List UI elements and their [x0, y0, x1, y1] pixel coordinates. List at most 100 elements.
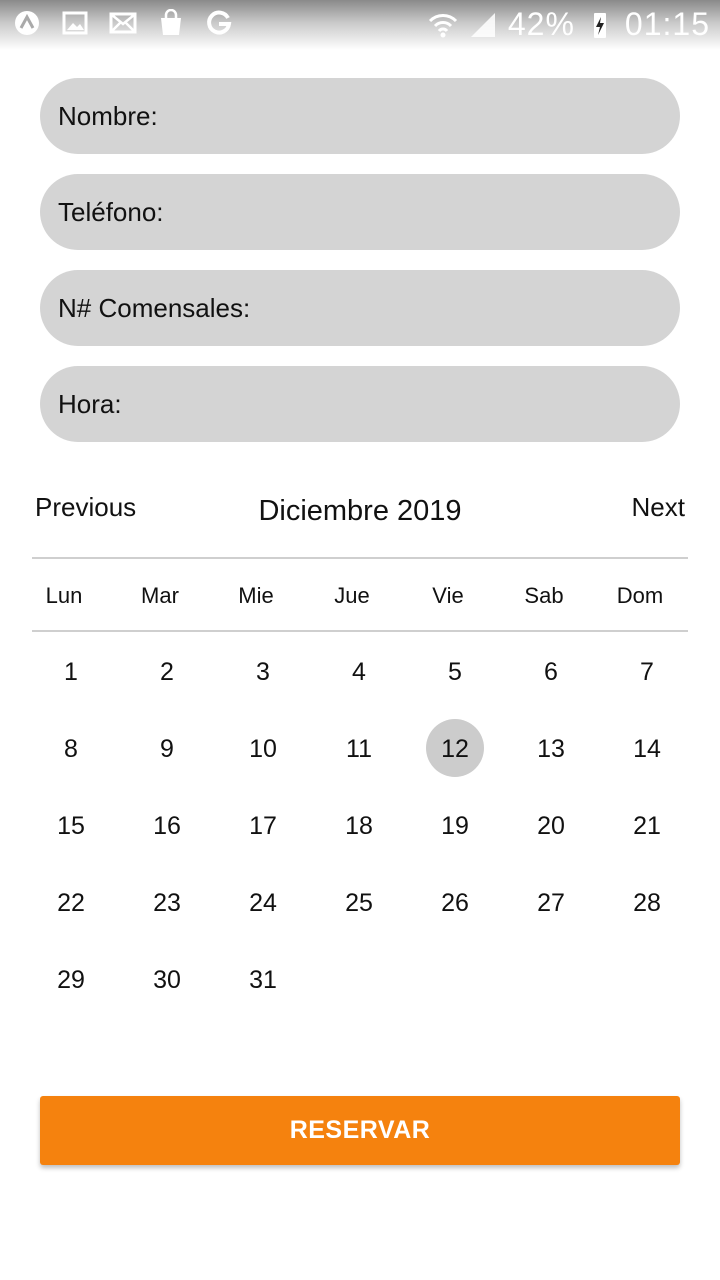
calendar-day[interactable]: 19: [407, 804, 503, 881]
calendar-week-row: 29 30 31: [23, 958, 695, 1035]
calendar-day-number: 24: [249, 889, 277, 917]
calendar-day[interactable]: 27: [503, 881, 599, 958]
calendar-day[interactable]: 16: [119, 804, 215, 881]
calendar-day-number: 19: [441, 812, 469, 840]
calendar-day-number: 29: [57, 966, 85, 994]
calendar-day[interactable]: 25: [311, 881, 407, 958]
signal-icon: [468, 10, 498, 40]
nombre-label: Nombre:: [58, 100, 158, 131]
next-month-button[interactable]: Next: [632, 492, 685, 523]
calendar-day-number: 23: [153, 889, 181, 917]
calendar-day[interactable]: 20: [503, 804, 599, 881]
calendar-day-number: 22: [57, 889, 85, 917]
calendar-day-number: 16: [153, 812, 181, 840]
calendar-day[interactable]: 9: [119, 727, 215, 804]
telefono-field[interactable]: Teléfono:: [40, 174, 680, 250]
app-icon: [12, 8, 42, 38]
system-icons: 42% 01:15: [428, 6, 710, 43]
calendar-day[interactable]: 14: [599, 727, 695, 804]
calendar-day[interactable]: 13: [503, 727, 599, 804]
weekday-label: Mie: [238, 583, 274, 608]
calendar-day-number: 21: [633, 812, 661, 840]
calendar-day[interactable]: 21: [599, 804, 695, 881]
calendar-days-grid: 1 2 3 4 5 6 7 8 9 10 11 12 13 14 15 16 17 18 19 20 21 22 23 24 2…: [23, 650, 695, 1035]
mail-icon: [108, 8, 138, 38]
clock: 01:15: [624, 6, 710, 42]
calendar-day[interactable]: 22: [23, 881, 119, 958]
previous-month-button[interactable]: Previous: [35, 492, 136, 523]
calendar-day[interactable]: 17: [215, 804, 311, 881]
calendar-day[interactable]: 24: [215, 881, 311, 958]
weekday-header: Lun Mar Mie Jue Vie Sab Dom: [16, 583, 688, 609]
comensales-label: N# Comensales:: [58, 292, 251, 323]
calendar-day-number: 6: [544, 658, 558, 686]
weekday-label: Vie: [432, 583, 464, 608]
weekday-divider: [32, 630, 688, 632]
empty-day-cell: [599, 958, 695, 1035]
weekday-label: Jue: [334, 583, 370, 608]
comensales-field[interactable]: N# Comensales:: [40, 270, 680, 346]
weekday-label: Sab: [524, 583, 564, 608]
calendar-day[interactable]: 8: [23, 727, 119, 804]
calendar-day-number: 15: [57, 812, 85, 840]
calendar-day[interactable]: 7: [599, 650, 695, 727]
calendar-week-row: 1 2 3 4 5 6 7: [23, 650, 695, 727]
image-icon: [60, 8, 90, 38]
calendar-day-number: 3: [256, 658, 270, 686]
calendar-day[interactable]: 18: [311, 804, 407, 881]
weekday-label: Mar: [141, 583, 179, 608]
calendar-day[interactable]: 11: [311, 727, 407, 804]
calendar-day[interactable]: 2: [119, 650, 215, 727]
calendar-day-number: 18: [345, 812, 373, 840]
calendar-day[interactable]: 10: [215, 727, 311, 804]
telefono-label: Teléfono:: [58, 196, 164, 227]
calendar-day-number: 12: [441, 735, 469, 763]
calendar-day[interactable]: 5: [407, 650, 503, 727]
calendar-day-number: 10: [249, 735, 277, 763]
empty-day-cell: [311, 958, 407, 1035]
hora-field[interactable]: Hora:: [40, 366, 680, 442]
calendar-day-number: 31: [249, 966, 277, 994]
calendar-week-row: 15 16 17 18 19 20 21: [23, 804, 695, 881]
calendar-day-number: 2: [160, 658, 174, 686]
calendar-day-number: 1: [64, 658, 78, 686]
calendar-day[interactable]: 30: [119, 958, 215, 1035]
calendar-week-row: 8 9 10 11 12 13 14: [23, 719, 695, 804]
calendar-day-number: 30: [153, 966, 181, 994]
calendar-day[interactable]: 31: [215, 958, 311, 1035]
calendar-day-number: 11: [346, 735, 372, 763]
calendar-day-number: 4: [352, 658, 366, 686]
hora-label: Hora:: [58, 388, 122, 419]
calendar-day-number: 5: [448, 658, 462, 686]
calendar-week-row: 22 23 24 25 26 27 28: [23, 881, 695, 958]
empty-day-cell: [407, 958, 503, 1035]
calendar-day[interactable]: 1: [23, 650, 119, 727]
battery-percent: 42%: [507, 6, 575, 42]
calendar-day-number: 8: [64, 735, 78, 763]
calendar-header-divider: [32, 557, 688, 559]
calendar-day-number: 27: [537, 889, 565, 917]
calendar-day[interactable]: 28: [599, 881, 695, 958]
calendar-day-number: 20: [537, 812, 565, 840]
calendar-day[interactable]: 26: [407, 881, 503, 958]
charging-icon: [585, 10, 615, 40]
calendar-day[interactable]: 15: [23, 804, 119, 881]
calendar-day[interactable]: 29: [23, 958, 119, 1035]
calendar-day-number: 25: [345, 889, 373, 917]
nombre-field[interactable]: Nombre:: [40, 78, 680, 154]
calendar-day[interactable]: 6: [503, 650, 599, 727]
calendar-day-selected[interactable]: 12: [407, 719, 503, 804]
calendar-day-number: 17: [249, 812, 277, 840]
calendar-day-number: 28: [633, 889, 661, 917]
calendar-day[interactable]: 3: [215, 650, 311, 727]
calendar-day[interactable]: 4: [311, 650, 407, 727]
notification-icons: [12, 8, 234, 38]
status-bar: 42% 01:15: [0, 0, 720, 50]
reservar-button[interactable]: RESERVAR: [40, 1096, 680, 1165]
empty-day-cell: [503, 958, 599, 1035]
calendar-day-number: 13: [537, 735, 565, 763]
calendar-day[interactable]: 23: [119, 881, 215, 958]
calendar-day-number: 9: [160, 735, 174, 763]
weekday-label: Lun: [45, 583, 83, 608]
weekday-label: Dom: [616, 583, 664, 608]
